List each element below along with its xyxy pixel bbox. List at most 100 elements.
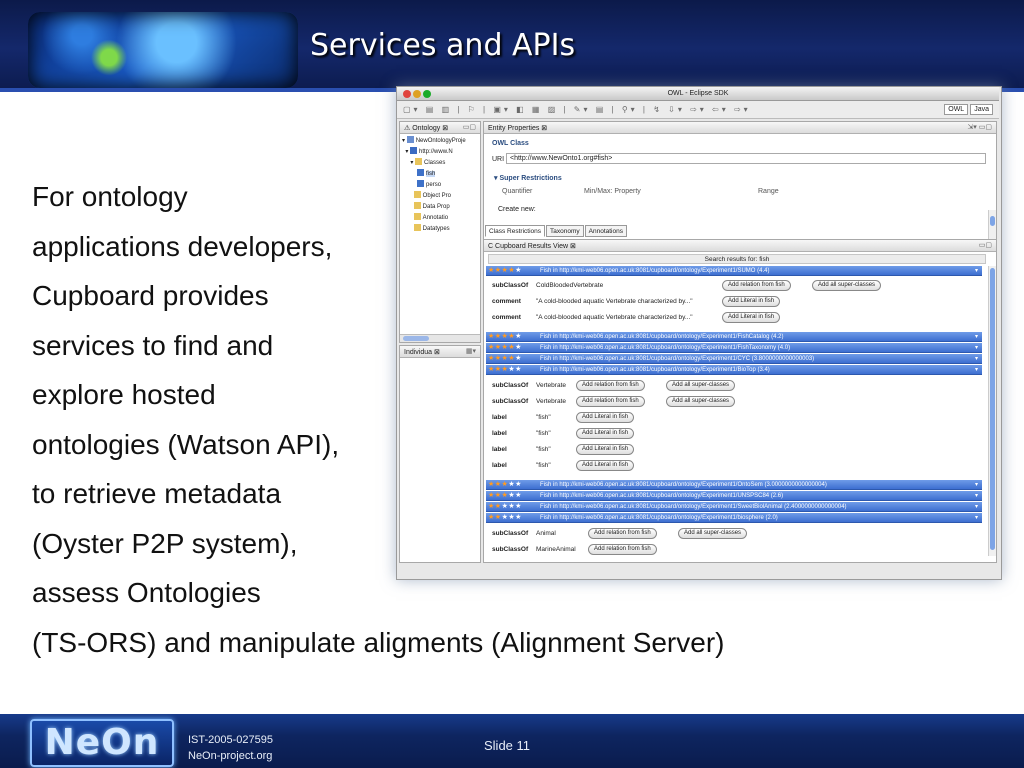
view-controls[interactable]: ▦▾ [466,347,476,355]
add-relation-button[interactable]: Add relation from fish [722,280,791,291]
tree-item[interactable]: Datatypes [402,224,466,235]
result-row[interactable]: ★★★★★ Fish in http://kmi-web06.open.ac.uk… [486,354,982,364]
result-row[interactable]: ★★★★★ Fish in http://kmi-web06.open.ac.uk… [486,502,982,512]
tree-item[interactable]: Annotatio [402,213,466,224]
expand-icon[interactable]: ▾ [975,354,978,364]
scroll-thumb[interactable] [403,336,429,341]
tree-item[interactable]: ▾ Classes [402,158,466,169]
expand-icon[interactable]: ▾ [975,502,978,512]
add-literal-button[interactable]: Add Literal in fish [576,460,635,471]
ontology-icon: ⚠ [404,125,411,132]
property-row: subClassOf Vertebrate Add relation from fi… [492,396,972,408]
window-titlebar: OWL - Eclipse SDK [397,87,999,101]
add-relation-button[interactable]: Add relation from fish [588,528,657,539]
col-minmax: Min/Max: Property [584,188,641,195]
tree-item[interactable]: ▾ http://www.N [402,147,466,158]
col-quantifier: Quantifier [502,188,533,195]
add-superclasses-button[interactable]: Add all super-classes [666,380,736,391]
expand-icon[interactable]: ▾ [975,513,978,523]
tab-annotations[interactable]: Annotations [584,225,627,237]
search-results-text: Search results for: fish [704,256,770,263]
perspective-java-button[interactable]: Java [970,104,993,115]
perspective-switcher: OWL Java [942,104,993,115]
cupboard-icon: C [488,243,494,250]
add-literal-button[interactable]: Add Literal in fish [576,428,635,439]
header-image [28,12,298,88]
expand-icon[interactable]: ▾ [975,491,978,501]
result-row[interactable]: ★★★★★ Fish in http://kmi-web06.open.ac.uk… [486,513,982,523]
create-new-label: Create new: [498,206,536,213]
property-row: subClassOf ColdBloodedVertebrate Add relat… [492,280,972,292]
scroll-thumb[interactable] [990,216,995,226]
result-row[interactable]: ★★★★★ Fish in http://kmi-web06.open.ac.uk… [486,266,982,276]
property-row: label "fish" Add Literal in fish [492,444,972,456]
window-title: OWL - Eclipse SDK [667,90,729,97]
add-literal-button[interactable]: Add Literal in fish [576,444,635,455]
ontology-tab-label: Ontology [412,125,441,132]
slide-number: Slide 11 [484,738,531,753]
expand-icon[interactable]: ▾ [975,480,978,490]
rating-stars: ★★★★★ [488,333,522,340]
rating-stars: ★★★★★ [488,267,522,274]
tree-item-fish[interactable]: fish [402,169,466,180]
individuals-tab-label: Individua [404,349,433,356]
add-relation-button[interactable]: Add relation from fish [576,380,645,391]
body-line: (TS-ORS) and manipulate aligments (Align… [32,626,725,658]
add-superclasses-button[interactable]: Add all super-classes [678,528,748,539]
super-restrictions-header[interactable]: ▾ Super Restrictions [494,174,562,182]
perspective-owl-button[interactable]: OWL [944,104,969,115]
ontology-view: ⚠ Ontology ⊠ ▭▢ ▾ NewOntologyProje ▾ htt… [399,121,481,343]
rating-stars: ★★★★★ [488,344,522,351]
property-row: label "fish" Add Literal in fish [492,428,972,440]
tree-item[interactable]: Data Prop [402,202,466,213]
scroll-thumb[interactable] [990,268,995,550]
property-row: label "fish" Add Literal in fish [492,412,972,424]
cupboard-results-view: C Cupboard Results View ⊠ ▭▢ Search resu… [483,239,997,563]
view-controls[interactable]: ▭▢ [463,123,476,131]
expand-icon[interactable]: ▾ [975,266,978,276]
add-relation-button[interactable]: Add relation from fish [576,396,645,407]
property-row: subClassOf Animal Add relation from fish Ad… [492,528,972,540]
cupboard-results-tab[interactable]: C Cupboard Results View ⊠ ▭▢ [484,240,996,252]
tab-taxonomy[interactable]: Taxonomy [546,225,584,237]
tree-item[interactable]: Object Pro [402,191,466,202]
ontology-view-tab[interactable]: ⚠ Ontology ⊠ ▭▢ [400,122,480,134]
individuals-view: Individua ⊠ ▦▾ [399,345,481,563]
uri-field[interactable]: <http://www.NewOnto1.org#fish> [506,153,986,164]
add-literal-button[interactable]: Add Literal in fish [576,412,635,423]
rating-stars: ★★★★★ [488,514,522,521]
results-scrollbar[interactable] [988,266,996,556]
add-literal-button[interactable]: Add Literal in fish [722,296,781,307]
expand-icon[interactable]: ▾ [975,343,978,353]
rating-stars: ★★★★★ [488,503,522,510]
project-site: NeOn-project.org [188,750,273,762]
result-row[interactable]: ★★★★★ Fish in http://kmi-web06.open.ac.uk… [486,480,982,490]
toolbar-icons[interactable]: ▢▾ ▤ ▥ | ⚐ | ▣▾ ◧ ▦ ▨ | ✎▾ ▤ | ⚲▾ | ↯ ⇩▾… [403,105,751,114]
entity-properties-tab[interactable]: Entity Properties ⊠ ⇲▾ ▭▢ [484,122,996,134]
add-literal-button[interactable]: Add Literal in fish [722,312,781,323]
tree-item[interactable]: perso [402,180,466,191]
expand-icon[interactable]: ▾ [975,365,978,375]
search-results-bar: Search results for: fish [488,254,986,264]
neon-logo: NeOn [30,719,174,767]
tab-class-restrictions[interactable]: Class Restrictions [485,225,546,237]
rating-stars: ★★★★★ [488,481,522,488]
logo-text: NeOn [44,722,160,763]
ontology-scrollbar[interactable] [400,334,480,342]
entity-tab-label: Entity Properties [488,125,540,132]
add-superclasses-button[interactable]: Add all super-classes [812,280,882,291]
property-row: label "fish" Add Literal in fish [492,460,972,472]
property-row: comment "A cold-blooded aquatic Vertebrat… [492,296,972,308]
project-id: IST-2005-027595 [188,734,274,746]
view-controls[interactable]: ⇲▾ ▭▢ [967,123,992,131]
add-superclasses-button[interactable]: Add all super-classes [666,396,736,407]
expand-icon[interactable]: ▾ [975,332,978,342]
add-relation-button[interactable]: Add relation from fish [588,544,657,555]
result-row[interactable]: ★★★★★ Fish in http://kmi-web06.open.ac.uk… [486,365,982,375]
view-controls[interactable]: ▭▢ [979,241,992,249]
result-row[interactable]: ★★★★★ Fish in http://kmi-web06.open.ac.uk… [486,332,982,342]
tree-item[interactable]: ▾ NewOntologyProje [402,136,466,147]
result-row[interactable]: ★★★★★ Fish in http://kmi-web06.open.ac.uk… [486,491,982,501]
individuals-view-tab[interactable]: Individua ⊠ ▦▾ [400,346,480,358]
result-row[interactable]: ★★★★★ Fish in http://kmi-web06.open.ac.uk… [486,343,982,353]
